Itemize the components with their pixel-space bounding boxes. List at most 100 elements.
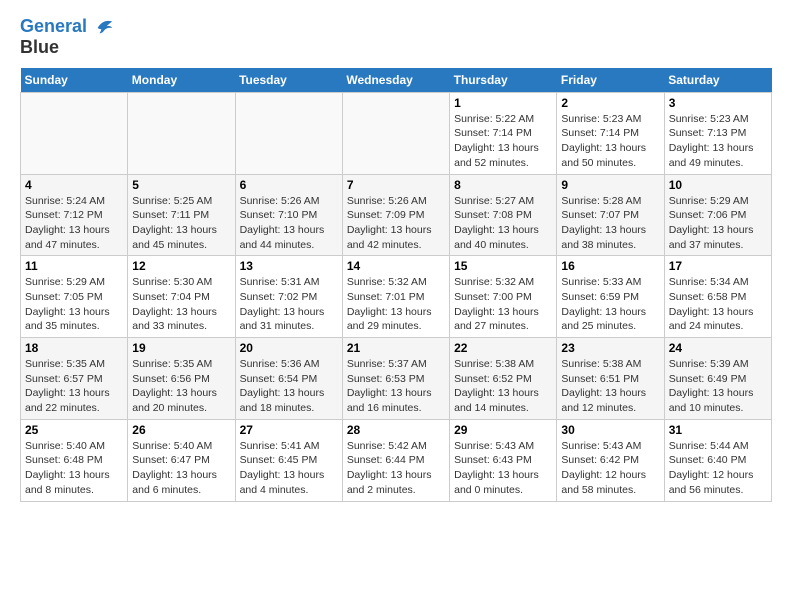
weekday-header: Wednesday: [342, 68, 449, 93]
day-info: Sunrise: 5:35 AM Sunset: 6:57 PM Dayligh…: [25, 357, 123, 416]
calendar-cell: 20 Sunrise: 5:36 AM Sunset: 6:54 PM Dayli…: [235, 338, 342, 420]
calendar-cell: 4Sunrise: 5:24 AM Sunset: 7:12 PM Daylig…: [21, 174, 128, 256]
day-info: Sunrise: 5:37 AM Sunset: 6:53 PM Dayligh…: [347, 357, 445, 416]
calendar-cell: 3Sunrise: 5:23 AM Sunset: 7:13 PM Daylig…: [664, 92, 771, 174]
weekday-header: Saturday: [664, 68, 771, 93]
header: General Blue: [20, 16, 772, 58]
day-info: Sunrise: 5:22 AM Sunset: 7:14 PM Dayligh…: [454, 112, 552, 171]
day-info: Sunrise: 5:23 AM Sunset: 7:14 PM Dayligh…: [561, 112, 659, 171]
day-info: Sunrise: 5:36 AM Sunset: 6:54 PM Dayligh…: [240, 357, 338, 416]
day-info: Sunrise: 5:26 AM Sunset: 7:09 PM Dayligh…: [347, 194, 445, 253]
day-info: Sunrise: 5:32 AM Sunset: 7:01 PM Dayligh…: [347, 275, 445, 334]
calendar-cell: 10Sunrise: 5:29 AM Sunset: 7:06 PM Dayli…: [664, 174, 771, 256]
day-number: 14: [347, 259, 445, 273]
day-number: 6: [240, 178, 338, 192]
calendar-week-row: 11Sunrise: 5:29 AM Sunset: 7:05 PM Dayli…: [21, 256, 772, 338]
calendar-cell: [235, 92, 342, 174]
calendar-cell: 17Sunrise: 5:34 AM Sunset: 6:58 PM Dayli…: [664, 256, 771, 338]
day-number: 12: [132, 259, 230, 273]
day-number: 8: [454, 178, 552, 192]
calendar-cell: 5 Sunrise: 5:25 AM Sunset: 7:11 PM Daylig…: [128, 174, 235, 256]
calendar-cell: 30 Sunrise: 5:43 AM Sunset: 6:42 PM Dayli…: [557, 419, 664, 501]
calendar-cell: 1 Sunrise: 5:22 AM Sunset: 7:14 PM Daylig…: [450, 92, 557, 174]
day-info: Sunrise: 5:42 AM Sunset: 6:44 PM Dayligh…: [347, 439, 445, 498]
calendar-cell: 12 Sunrise: 5:30 AM Sunset: 7:04 PM Dayli…: [128, 256, 235, 338]
day-number: 19: [132, 341, 230, 355]
day-info: Sunrise: 5:24 AM Sunset: 7:12 PM Dayligh…: [25, 194, 123, 253]
day-info: Sunrise: 5:29 AM Sunset: 7:06 PM Dayligh…: [669, 194, 767, 253]
calendar-cell: 27 Sunrise: 5:41 AM Sunset: 6:45 PM Dayli…: [235, 419, 342, 501]
page: General Blue SundayMondayTuesdayWednesda…: [0, 0, 792, 612]
calendar-cell: 19Sunrise: 5:35 AM Sunset: 6:56 PM Dayli…: [128, 338, 235, 420]
day-number: 2: [561, 96, 659, 110]
day-info: Sunrise: 5:25 AM Sunset: 7:11 PM Dayligh…: [132, 194, 230, 253]
day-number: 18: [25, 341, 123, 355]
day-info: Sunrise: 5:40 AM Sunset: 6:47 PM Dayligh…: [132, 439, 230, 498]
logo-general: General: [20, 16, 87, 36]
calendar-cell: 22Sunrise: 5:38 AM Sunset: 6:52 PM Dayli…: [450, 338, 557, 420]
calendar-cell: 25 Sunrise: 5:40 AM Sunset: 6:48 PM Dayli…: [21, 419, 128, 501]
day-info: Sunrise: 5:43 AM Sunset: 6:43 PM Dayligh…: [454, 439, 552, 498]
calendar-cell: 31 Sunrise: 5:44 AM Sunset: 6:40 PM Dayli…: [664, 419, 771, 501]
day-info: Sunrise: 5:32 AM Sunset: 7:00 PM Dayligh…: [454, 275, 552, 334]
calendar-cell: 2 Sunrise: 5:23 AM Sunset: 7:14 PM Daylig…: [557, 92, 664, 174]
day-number: 22: [454, 341, 552, 355]
weekday-header: Thursday: [450, 68, 557, 93]
calendar-cell: 11Sunrise: 5:29 AM Sunset: 7:05 PM Dayli…: [21, 256, 128, 338]
day-info: Sunrise: 5:26 AM Sunset: 7:10 PM Dayligh…: [240, 194, 338, 253]
day-number: 26: [132, 423, 230, 437]
logo-bird-icon: [94, 16, 114, 38]
day-number: 5: [132, 178, 230, 192]
day-number: 16: [561, 259, 659, 273]
calendar-cell: [342, 92, 449, 174]
day-number: 20: [240, 341, 338, 355]
calendar-cell: 16Sunrise: 5:33 AM Sunset: 6:59 PM Dayli…: [557, 256, 664, 338]
day-number: 27: [240, 423, 338, 437]
day-info: Sunrise: 5:44 AM Sunset: 6:40 PM Dayligh…: [669, 439, 767, 498]
day-info: Sunrise: 5:23 AM Sunset: 7:13 PM Dayligh…: [669, 112, 767, 171]
calendar-week-row: 18 Sunrise: 5:35 AM Sunset: 6:57 PM Dayli…: [21, 338, 772, 420]
calendar-cell: 14 Sunrise: 5:32 AM Sunset: 7:01 PM Dayli…: [342, 256, 449, 338]
logo-text: General Blue: [20, 16, 116, 58]
weekday-header: Sunday: [21, 68, 128, 93]
calendar-cell: 8 Sunrise: 5:27 AM Sunset: 7:08 PM Daylig…: [450, 174, 557, 256]
day-info: Sunrise: 5:41 AM Sunset: 6:45 PM Dayligh…: [240, 439, 338, 498]
day-info: Sunrise: 5:40 AM Sunset: 6:48 PM Dayligh…: [25, 439, 123, 498]
day-number: 31: [669, 423, 767, 437]
calendar-cell: 6 Sunrise: 5:26 AM Sunset: 7:10 PM Daylig…: [235, 174, 342, 256]
weekday-header: Friday: [557, 68, 664, 93]
day-info: Sunrise: 5:34 AM Sunset: 6:58 PM Dayligh…: [669, 275, 767, 334]
calendar-week-row: 1 Sunrise: 5:22 AM Sunset: 7:14 PM Daylig…: [21, 92, 772, 174]
calendar-cell: 23Sunrise: 5:38 AM Sunset: 6:51 PM Dayli…: [557, 338, 664, 420]
day-info: Sunrise: 5:30 AM Sunset: 7:04 PM Dayligh…: [132, 275, 230, 334]
day-info: Sunrise: 5:27 AM Sunset: 7:08 PM Dayligh…: [454, 194, 552, 253]
day-number: 15: [454, 259, 552, 273]
weekday-header: Monday: [128, 68, 235, 93]
day-number: 7: [347, 178, 445, 192]
calendar-cell: 21 Sunrise: 5:37 AM Sunset: 6:53 PM Dayli…: [342, 338, 449, 420]
day-number: 13: [240, 259, 338, 273]
day-number: 29: [454, 423, 552, 437]
calendar-cell: 28Sunrise: 5:42 AM Sunset: 6:44 PM Dayli…: [342, 419, 449, 501]
calendar-cell: 18 Sunrise: 5:35 AM Sunset: 6:57 PM Dayli…: [21, 338, 128, 420]
calendar-cell: [21, 92, 128, 174]
day-number: 25: [25, 423, 123, 437]
calendar-table: SundayMondayTuesdayWednesdayThursdayFrid…: [20, 68, 772, 502]
calendar-cell: 29 Sunrise: 5:43 AM Sunset: 6:43 PM Dayli…: [450, 419, 557, 501]
logo: General Blue: [20, 16, 116, 58]
day-info: Sunrise: 5:28 AM Sunset: 7:07 PM Dayligh…: [561, 194, 659, 253]
calendar-cell: 15 Sunrise: 5:32 AM Sunset: 7:00 PM Dayli…: [450, 256, 557, 338]
day-number: 21: [347, 341, 445, 355]
calendar-week-row: 25 Sunrise: 5:40 AM Sunset: 6:48 PM Dayli…: [21, 419, 772, 501]
calendar-cell: 7 Sunrise: 5:26 AM Sunset: 7:09 PM Daylig…: [342, 174, 449, 256]
day-number: 9: [561, 178, 659, 192]
calendar-cell: [128, 92, 235, 174]
calendar-week-row: 4Sunrise: 5:24 AM Sunset: 7:12 PM Daylig…: [21, 174, 772, 256]
day-info: Sunrise: 5:43 AM Sunset: 6:42 PM Dayligh…: [561, 439, 659, 498]
day-info: Sunrise: 5:31 AM Sunset: 7:02 PM Dayligh…: [240, 275, 338, 334]
calendar-cell: 13 Sunrise: 5:31 AM Sunset: 7:02 PM Dayli…: [235, 256, 342, 338]
day-number: 30: [561, 423, 659, 437]
day-info: Sunrise: 5:29 AM Sunset: 7:05 PM Dayligh…: [25, 275, 123, 334]
day-number: 1: [454, 96, 552, 110]
logo-blue: Blue: [20, 37, 59, 57]
